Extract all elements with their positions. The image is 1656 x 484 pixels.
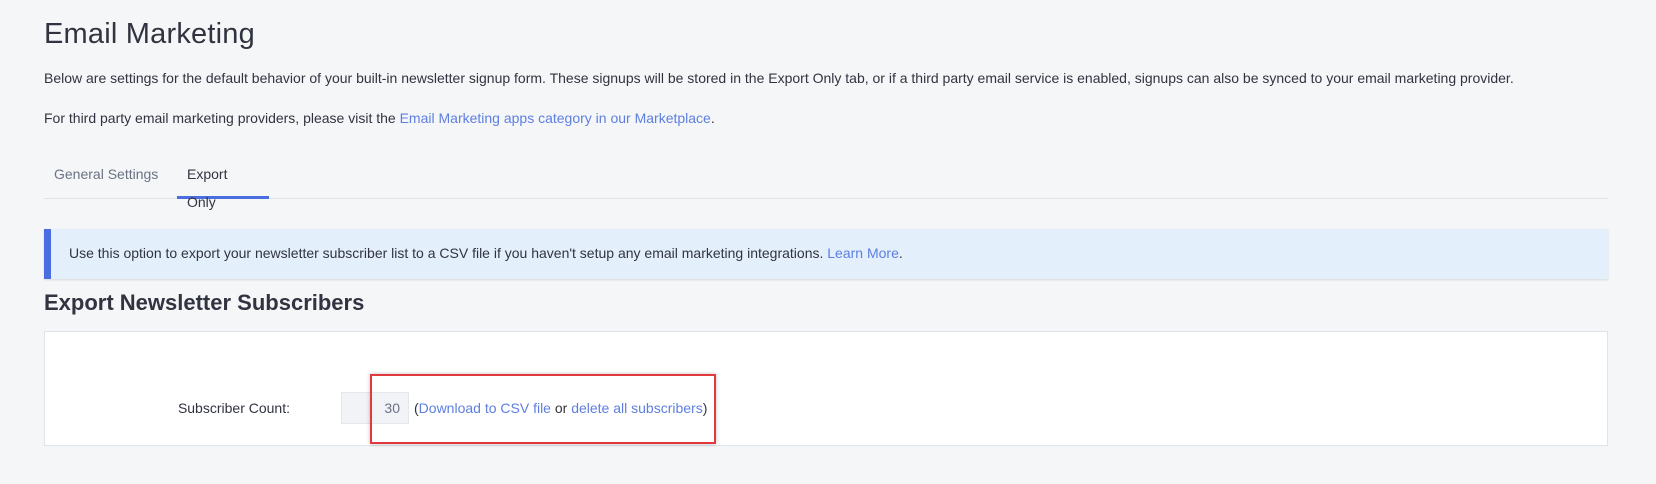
- export-panel: [44, 331, 1608, 446]
- providers-prefix: For third party email marketing provider…: [44, 110, 400, 126]
- alert-suffix: .: [898, 245, 903, 261]
- info-alert: Use this option to export your newslette…: [44, 229, 1608, 279]
- providers-text: For third party email marketing provider…: [44, 110, 715, 126]
- page-title: Email Marketing: [44, 18, 255, 50]
- tab-export-only[interactable]: Export Only: [177, 160, 269, 210]
- highlight-annotation: [370, 374, 716, 444]
- tab-general-settings[interactable]: General Settings: [44, 160, 168, 198]
- subscriber-count-label: Subscriber Count:: [177, 400, 290, 416]
- section-heading: Export Newsletter Subscribers: [44, 290, 365, 315]
- alert-text: Use this option to export your newslette…: [69, 245, 903, 261]
- marketplace-link[interactable]: Email Marketing apps category in our Mar…: [400, 110, 711, 126]
- tab-bar: General Settings Export Only: [44, 160, 1608, 210]
- alert-message: Use this option to export your newslette…: [69, 245, 828, 261]
- intro-text: Below are settings for the default behav…: [44, 70, 1514, 86]
- learn-more-link[interactable]: Learn More: [827, 245, 899, 261]
- providers-suffix: .: [710, 110, 715, 126]
